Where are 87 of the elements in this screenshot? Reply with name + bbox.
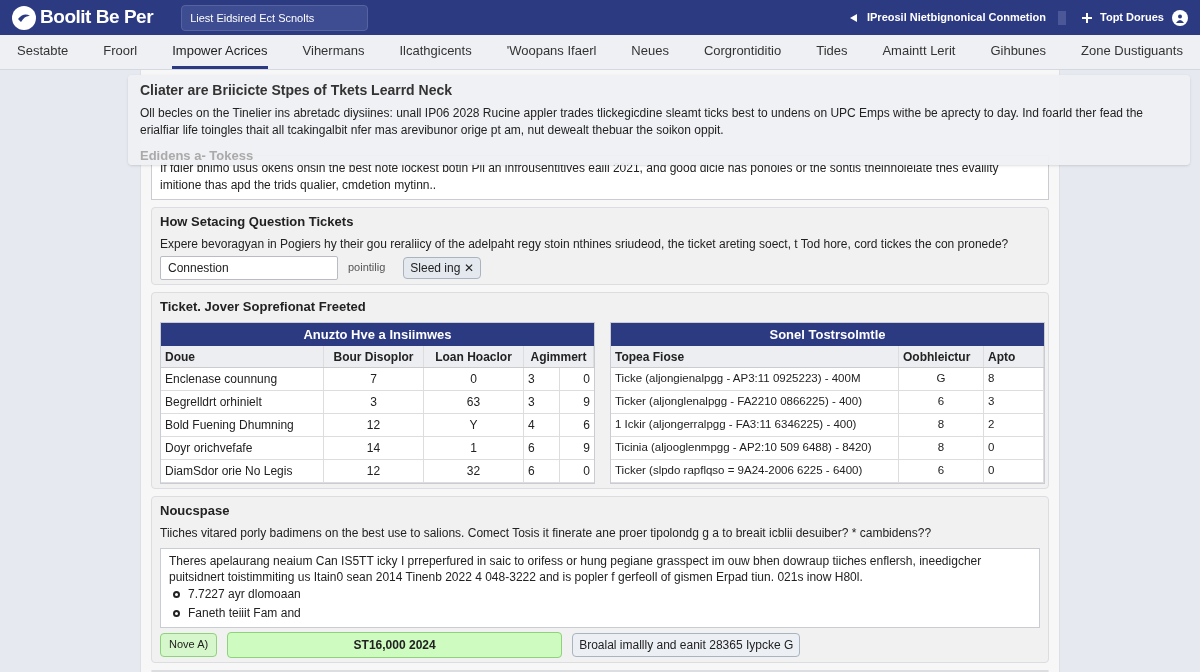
table-cell: 7 — [324, 368, 424, 390]
question-text: Expere bevoragyan in Pogiers hy their gou reraliicy of the adelpaht regy stoin nthines sriudeod, the ticket areting soect, t Tod hore, cord tickes the con pronede? — [160, 235, 1010, 253]
nav-tab[interactable]: Ilcathgicents — [399, 35, 472, 69]
table-cell: 6 — [899, 460, 984, 482]
table-cell: G — [899, 368, 984, 390]
table-cell: Y — [424, 414, 524, 436]
table-cell: 3 — [524, 391, 560, 413]
table-cell: 0 — [984, 437, 1044, 459]
table-cell: 12 — [324, 460, 424, 482]
action-button[interactable]: Broalal imallly and eanit 28365 Iypcke G — [572, 632, 801, 657]
nav-tab[interactable]: Corgrontiditio — [703, 35, 782, 69]
amount-bar: ST16,000 2024 — [227, 631, 563, 658]
notice-text: IPreosil Nietbignonical Conmetion — [866, 10, 1047, 26]
plus-icon[interactable] — [1082, 12, 1093, 23]
filter-button[interactable]: Sleed ing ✕ — [403, 256, 481, 279]
table-cell: DiamSdor orie No Legis — [161, 460, 324, 482]
column-header: Doue — [161, 346, 324, 367]
section-title: Noucspase — [160, 502, 231, 520]
column-header: Topea Fiose — [611, 346, 899, 367]
table-cell: Ticker (aljonglenalpgg - FA2210 0866225) - 400) — [611, 391, 899, 413]
table-cell: 14 — [324, 437, 424, 459]
nav-tab[interactable]: 'Woopans Ifaerl — [506, 35, 597, 69]
table-cell-text: 0 — [582, 371, 591, 388]
table-title: Sonel Tostrsolmtle — [611, 323, 1044, 346]
nav-tab[interactable]: Gihbunes — [990, 35, 1047, 69]
app-logo: Boolit Be Per — [40, 5, 154, 30]
table-cell: 8 — [899, 437, 984, 459]
table-cell: 1 — [424, 437, 524, 459]
table-cell: 0 — [984, 460, 1044, 482]
column-header: Loan Hoaclor — [424, 346, 524, 367]
nav-tab[interactable]: Neues — [631, 35, 669, 69]
status-tag: Nove A) — [160, 632, 218, 657]
table-cell-text: 6 — [582, 417, 591, 434]
table-cell: 63 — [424, 391, 524, 413]
table-cell: 3 — [324, 391, 424, 413]
table-cell: Ticke (aljongienalpgg - AP3:11 0925223) - 400M — [611, 368, 899, 390]
table-cell: Enclenase counnung — [161, 368, 324, 390]
table-cell: Doyr orichvefafe — [161, 437, 324, 459]
table-cell-text: 9 — [582, 440, 591, 457]
popover-title: Cliater are Briicicte Stpes of Tkets Learrd Neck — [140, 81, 454, 100]
table-cell: 6 — [899, 391, 984, 413]
nav-tab[interactable]: Zone Dustiguants — [1081, 35, 1183, 69]
table-cell: Begrelldrt orhinielt — [161, 391, 324, 413]
table-cell: Bold Fuening Dhumning — [161, 414, 324, 436]
logo-icon — [12, 5, 36, 30]
nav-tab[interactable]: Tides — [816, 35, 848, 69]
nav-tab[interactable]: Vihermans — [302, 35, 365, 69]
nav-tab[interactable]: Sestabte — [17, 35, 69, 69]
table-cell: 12 — [324, 414, 424, 436]
column-header: Bour Disoplor — [324, 346, 424, 367]
box-text: Theres apelaurang neaium Can IS5TT icky I prreperfured in saic to orifess or hung pegiane grasspect im ouw bhen dowraup tiiches enflersh, ineedigcher puitsidnert toistimmiting us Itain0 sean 2014 Tinenb 2022 4 048-3222 and is popler f gerfeoll of gismen Erpad tiun. 021s inow H80l. — [169, 552, 983, 585]
table-cell: 2 — [984, 414, 1044, 436]
table-cell: 32 — [424, 460, 524, 482]
nav-tab[interactable]: Amaintt Lerit — [882, 35, 956, 69]
table-cell: 8 — [984, 368, 1044, 390]
column-header: Apto — [984, 346, 1044, 367]
popover-subtitle: Edidens a- Tokess — [140, 147, 255, 163]
table-cell: 0 — [424, 368, 524, 390]
table-cell: Ticinia (aljooglenmpgg - AP2:10 509 6488) - 8420) — [611, 437, 899, 459]
column-header: Agimmert — [524, 346, 594, 367]
search-field[interactable]: Liest Eidsired Ect Scnolts — [181, 4, 369, 31]
intro-text: If fdier bnimo usus okens onsin the best note lockest botin Pll an infrousentitives eaill 2021, and good dicle has ponoles or the sontis theinnoleiate thes evaility imitione thas apd the trids qualier, cmdetion mytinn.. — [160, 160, 1000, 194]
column-header: Oobhleictur — [899, 346, 984, 367]
popover-text: Oll becles on the Tinelier ins abretadc diysiines: unall IP06 2028 Rucine appler trades tlickegicdine sleamt ticks best to undens on UPC Emps withe be aprecty to day. Ind foarld ther fead the erialfiar life toingles thait all tcakingalbit nfer mas arevibunor orige pt am, nut dewealt thebuar the soikon oppit. — [140, 105, 1144, 139]
input-field[interactable]: Connestion — [160, 255, 338, 280]
section-title: How Setacing Question Tickets — [160, 213, 355, 231]
list-item: Faneth teiiit Fam and — [188, 605, 301, 622]
table-cell: 4 — [524, 414, 560, 436]
field-note: pointilig — [348, 260, 386, 276]
bullet-icon — [173, 609, 180, 617]
bullet-icon — [173, 590, 180, 598]
table-title: Anuzto Hve a Insiimwes — [161, 323, 594, 346]
notes-text: Tiiches vitared porly badimens on the best use to salions. Comect Tosis it finerate ane proer tipolondg g a to breait icblii desuiber? * cambidens?? — [160, 524, 933, 542]
nav-tab[interactable]: Froorl — [103, 35, 138, 69]
section-title: Ticket. Jover Soprefionat Freeted — [160, 297, 367, 316]
table-cell-text: 9 — [582, 394, 591, 411]
list-item: 7.7227 ayr dlomoaan — [188, 586, 301, 603]
table-cell: 6 — [524, 460, 560, 482]
table-cell: 1 Ickir (aljongerralpgg - FA3:11 6346225) - 400) — [611, 414, 899, 436]
table-cell: Ticker (slpdo rapflqso = 9A24-2006 6225 - 6400) — [611, 460, 899, 482]
table-cell: 3 — [524, 368, 560, 390]
table-cell: 8 — [899, 414, 984, 436]
user-name[interactable]: Topt Dorues — [1100, 9, 1164, 26]
table-cell: 6 — [524, 437, 560, 459]
table-cell-text: 0 — [582, 463, 591, 480]
avatar-icon[interactable] — [1172, 9, 1188, 26]
table-cell: 3 — [984, 391, 1044, 413]
